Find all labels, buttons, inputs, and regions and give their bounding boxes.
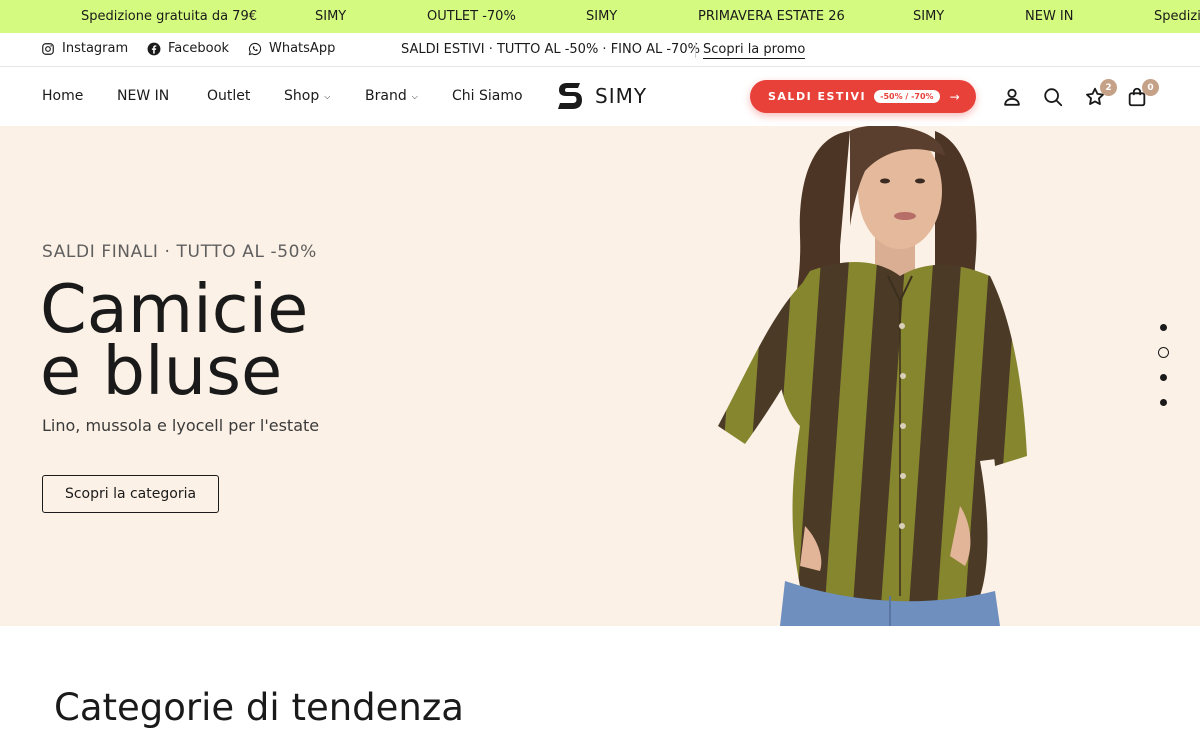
nav-label: Brand [365,88,407,104]
discover-category-button[interactable]: Scopri la categoria [42,475,219,513]
hero-subtitle: Lino, mussola e lyocell per l'estate [42,416,320,435]
hero-title: Camicie e bluse [40,276,308,405]
slider-dot-active[interactable] [1158,347,1169,358]
hero-eyebrow: SALDI FINALI · TUTTO AL -50% [42,242,317,262]
promo-message: SALDI ESTIVI · TUTTO AL -50% · FINO AL -… [401,42,700,57]
announcement-item: SIMY [913,9,945,24]
nav-chi-siamo[interactable]: Chi Siamo [452,88,523,104]
account-button[interactable] [1001,86,1023,108]
instagram-link[interactable]: Instagram [41,41,128,56]
summer-sale-button[interactable]: SALDI ESTIVI -50% / -70% → [750,80,976,113]
announcement-item: SIMY [586,9,618,24]
chevron-down-icon: ⌵ [324,91,331,101]
announcement-item: NEW IN [1025,9,1074,24]
promo-divider [695,42,696,58]
nav-label: Home [42,88,84,104]
slider-dot[interactable] [1160,399,1167,406]
instagram-icon [42,42,54,55]
search-icon [1044,88,1063,107]
wishlist-button[interactable]: 2 [1084,79,1117,108]
announcement-item: Spedizione gratuita da 79€ [81,9,257,24]
user-icon [1004,88,1020,106]
slider-pagination [1157,324,1171,414]
hero-model-image [718,126,1027,626]
nav-shop[interactable]: Shop ⌵ [284,88,330,104]
nav-outlet[interactable]: Outlet [207,88,250,104]
promo-link[interactable]: Scopri la promo [703,42,806,59]
announcement-item: PRIMAVERA ESTATE 26 [698,9,845,24]
nav-home[interactable]: Home [42,88,83,104]
facebook-label: Facebook [168,41,230,56]
cart-button[interactable]: 0 [1126,79,1159,108]
sale-discount-tag: -50% / -70% [874,90,940,103]
social-promo-bar: Instagram Facebook WhatsApp SALDI ESTIVI… [0,33,1200,67]
nav-new-in[interactable]: NEW IN [117,88,169,104]
search-button[interactable] [1042,86,1064,108]
logo-text: SIMY [595,84,648,108]
whatsapp-link[interactable]: WhatsApp [248,41,335,56]
main-header: Home NEW IN Outlet Shop ⌵ Brand ⌵ Chi Siam… [0,67,1200,126]
announcement-item: OUTLET -70% [427,9,516,24]
hero-title-line: e bluse [40,332,283,410]
cart-count-badge: 0 [1142,79,1159,96]
trending-categories-title: Categorie di tendenza [54,686,464,729]
nav-label: Shop [284,88,320,104]
facebook-icon [147,42,161,55]
site-logo[interactable]: SIMY [557,81,647,111]
slider-dot[interactable] [1160,324,1167,331]
nav-label: Outlet [207,88,251,104]
whatsapp-icon [248,42,262,55]
logo-mark-icon [558,83,582,109]
facebook-link[interactable]: Facebook [147,41,229,56]
instagram-label: Instagram [62,41,129,56]
announcement-bar: Spedizione gratuita da 79€ SIMY OUTLET -… [0,0,1200,33]
nav-label: NEW IN [117,88,170,104]
wishlist-count-badge: 2 [1100,79,1117,96]
slider-dot[interactable] [1160,374,1167,381]
announcement-item: SIMY [315,9,347,24]
nav-brand[interactable]: Brand ⌵ [365,88,418,104]
nav-label: Chi Siamo [452,88,523,104]
whatsapp-label: WhatsApp [269,41,336,56]
arrow-right-icon: → [949,89,960,104]
chevron-down-icon: ⌵ [411,91,418,101]
announcement-item: Spedizione gratuita da 79€ [1154,9,1200,24]
hero-banner: SALDI FINALI · TUTTO AL -50% Camicie e b… [0,126,1200,626]
sale-label: SALDI ESTIVI [768,90,867,103]
